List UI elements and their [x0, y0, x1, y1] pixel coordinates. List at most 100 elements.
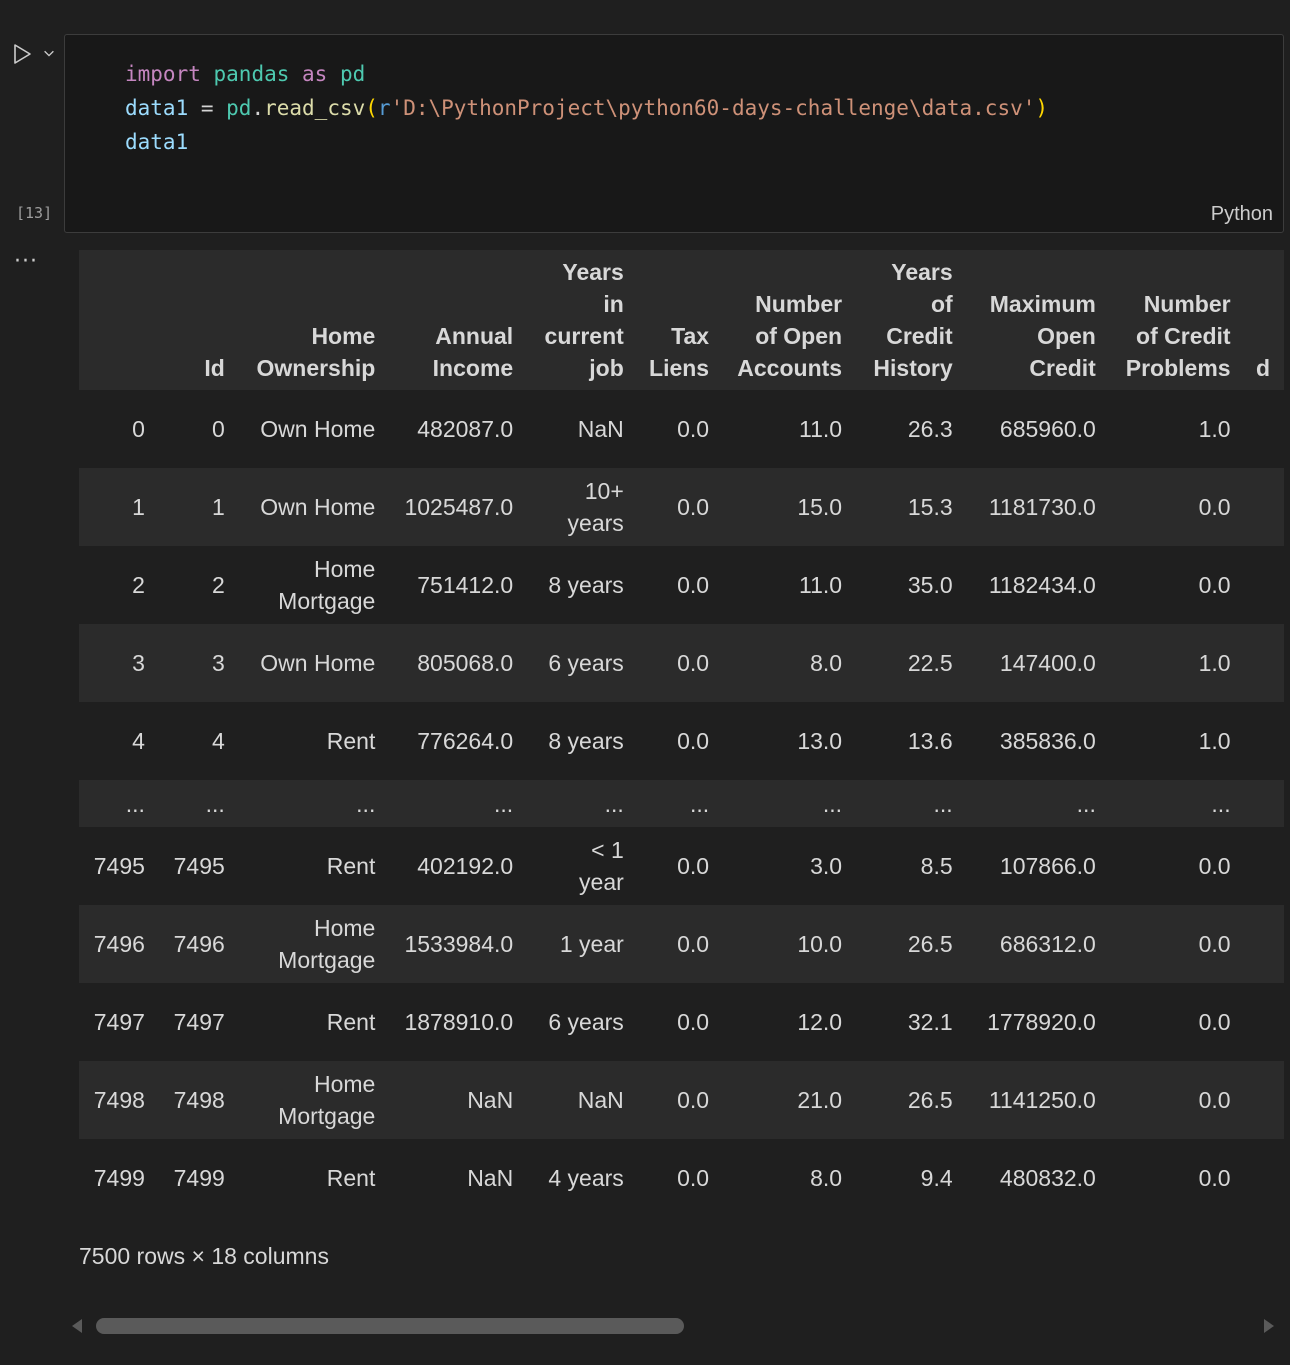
table-cell: Home Mortgage: [239, 1061, 390, 1139]
column-header-line: [165, 288, 225, 320]
column-header-line: [644, 288, 709, 320]
column-header-line: Credit: [1029, 355, 1096, 381]
cell-line: < 1: [591, 837, 624, 863]
table-cell: 0.0: [1198, 853, 1231, 879]
operator-token: =: [188, 96, 227, 120]
table-cell: Home Mortgage: [239, 546, 390, 624]
table-cell: NaN: [467, 1165, 514, 1191]
caret-right-icon[interactable]: [1262, 1318, 1276, 1334]
column-header-line: Years: [562, 259, 624, 285]
table-cell: 7495: [173, 853, 225, 879]
table-cell: 6 years: [527, 983, 638, 1061]
horizontal-scrollbar-thumb[interactable]: [96, 1318, 684, 1334]
table-cell: 1533984.0: [404, 931, 514, 957]
table-cell: 26.5: [907, 931, 953, 957]
table-cell: 0.0: [1198, 931, 1231, 957]
column-header-line: Liens: [649, 355, 710, 381]
column-header-line: [644, 256, 709, 288]
table-cell: 0.0: [1198, 1165, 1231, 1191]
column-header-line: of Open: [755, 323, 843, 349]
language-label[interactable]: Python: [1211, 203, 1273, 226]
column-header-line: [1251, 320, 1270, 352]
paren-token: (: [365, 96, 378, 120]
table-cell: 482087.0: [417, 416, 514, 442]
table-cell: 11.0: [799, 416, 843, 442]
cell-line: Rent: [326, 1165, 376, 1191]
variable-token: data1: [125, 130, 189, 154]
table-cell: 1181730.0: [988, 494, 1096, 520]
cell-line: 6 years: [548, 1009, 624, 1035]
column-header-line: Home: [311, 323, 376, 349]
row-index-cell: 2: [132, 572, 145, 598]
table-cell: 6 years: [527, 624, 638, 702]
table-cell: 3.0: [810, 853, 843, 879]
column-header: Years in current job: [527, 250, 638, 390]
table-body: 0 0 Own Home 482087.0 NaN 0.0 11.0 26.3 685960.0…: [79, 390, 1284, 1217]
row-index-cell: 7496: [93, 931, 145, 957]
cell-line: Mortgage: [278, 588, 376, 614]
column-header: Id: [159, 250, 239, 390]
table-cell: 8 years: [527, 546, 638, 624]
keyword-token: import: [125, 62, 201, 86]
table-row: 2 2 Home Mortgage 751412.0 8 years 0.0 11.0 35.0…: [79, 546, 1284, 624]
variable-token: data1: [125, 96, 189, 120]
table-cell: Rent: [239, 1139, 390, 1217]
column-header-line: [85, 352, 145, 384]
column-header-line: History: [873, 355, 953, 381]
paren-token: ): [1035, 96, 1049, 120]
table-cell: 147400.0: [999, 650, 1096, 676]
row-index-cell: 7497: [93, 1009, 145, 1035]
cell-line: NaN: [577, 416, 624, 442]
notebook-cell: import pandas as pd data1 = pd.read_csv(r…: [0, 0, 1290, 1365]
column-header: Number of Credit Problems: [1110, 250, 1245, 390]
table-cell: 1.0: [1198, 650, 1231, 676]
caret-left-icon[interactable]: [70, 1318, 84, 1334]
chevron-down-icon: [44, 50, 54, 57]
column-header-line: Years: [891, 259, 953, 285]
output-more-actions[interactable]: ···: [14, 251, 42, 273]
table-cell: ...: [205, 790, 225, 817]
column-header-line: [245, 288, 376, 320]
run-cell-button[interactable]: [8, 40, 36, 68]
table-cell: 1778920.0: [987, 1009, 1096, 1035]
column-header-line: Open: [1037, 323, 1096, 349]
table-cell: 1025487.0: [404, 494, 514, 520]
table-cell: Rent: [239, 702, 390, 780]
table-cell: 0.0: [677, 1165, 710, 1191]
table-cell: Own Home: [239, 624, 390, 702]
code-content[interactable]: import pandas as pd data1 = pd.read_csv(r…: [125, 57, 1048, 159]
table-cell: 0.0: [677, 931, 710, 957]
cell-line: NaN: [577, 1087, 624, 1113]
column-header-line: current: [544, 323, 624, 349]
table-cell: 1878910.0: [404, 1009, 514, 1035]
column-header-line: Credit: [886, 323, 953, 349]
code-editor[interactable]: import pandas as pd data1 = pd.read_csv(r…: [64, 34, 1284, 233]
table-cell: 22.5: [907, 650, 953, 676]
row-index-cell: 4: [132, 728, 145, 754]
table-cell: 776264.0: [417, 728, 514, 754]
table-cell: 0.0: [1198, 1087, 1231, 1113]
column-header-line: [1251, 256, 1270, 288]
table-cell: 0.0: [677, 853, 710, 879]
cell-line: year: [579, 869, 624, 895]
table-cell: 1182434.0: [988, 572, 1096, 598]
column-header-line: Id: [204, 355, 225, 381]
string-token: 'D:\PythonProject\python60-days-challeng…: [390, 96, 1036, 120]
table-cell: 0.0: [677, 1009, 710, 1035]
string-prefix-token: r: [377, 96, 391, 120]
column-header: Annual Income: [389, 250, 527, 390]
cell-line: 6 years: [548, 650, 624, 676]
table-cell: 15.3: [907, 494, 953, 520]
cell-line: Rent: [326, 1009, 376, 1035]
table-cell: 4: [212, 728, 225, 754]
table-cell: Own Home: [239, 468, 390, 546]
row-index-cell: 7495: [93, 853, 145, 879]
table-cell: 385836.0: [999, 728, 1096, 754]
column-header-line: Income: [432, 355, 514, 381]
column-header-line: [395, 256, 513, 288]
cell-line: 8 years: [548, 728, 624, 754]
table-cell: 8.0: [810, 1165, 843, 1191]
run-options-button[interactable]: [40, 44, 58, 62]
code-line-1: import pandas as pd: [125, 57, 1048, 91]
code-line-2: data1 = pd.read_csv(r'D:\PythonProject\p…: [125, 91, 1048, 125]
